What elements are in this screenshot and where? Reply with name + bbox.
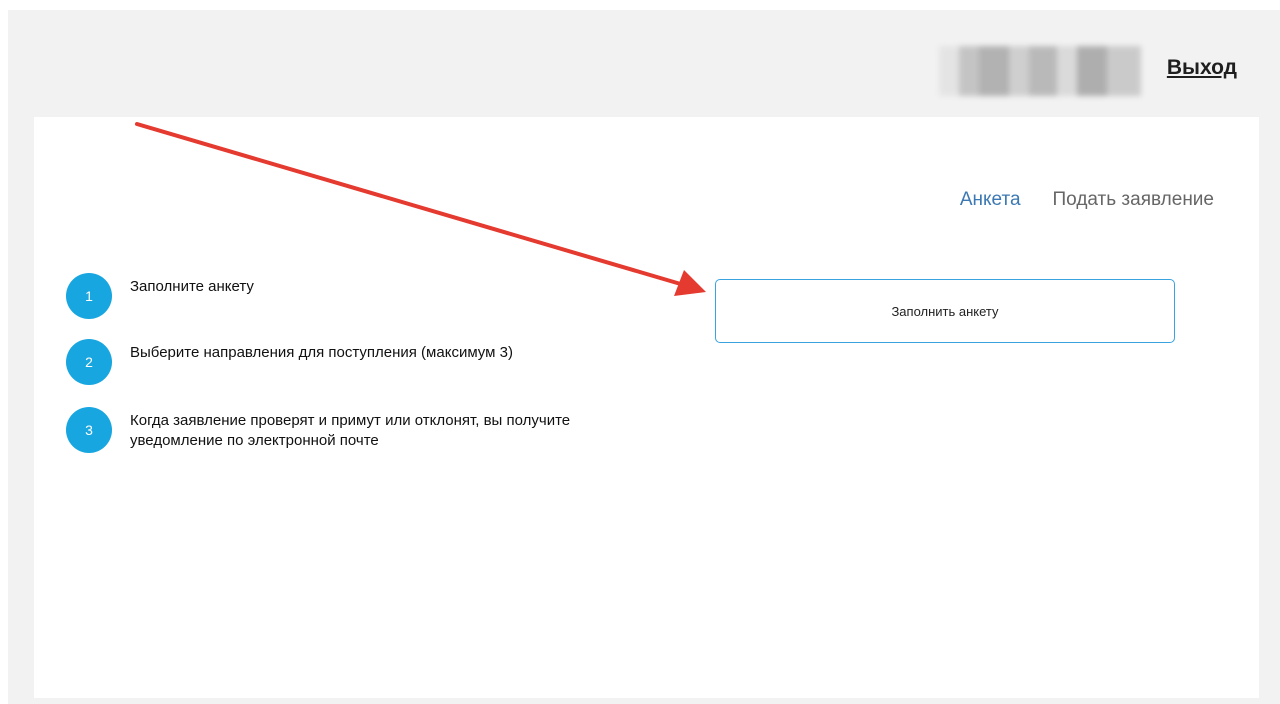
step-number-badge: 3 <box>66 407 112 453</box>
top-nav: Анкета Подать заявление <box>960 189 1214 211</box>
step-item: 1 Заполните анкету <box>66 273 686 319</box>
fill-questionnaire-button[interactable]: Заполнить анкету <box>715 279 1175 343</box>
step-number-badge: 1 <box>66 273 112 319</box>
step-text: Заполните анкету <box>130 278 254 295</box>
nav-tab-questionnaire[interactable]: Анкета <box>960 189 1021 211</box>
nav-tab-submit-application[interactable]: Подать заявление <box>1053 189 1214 211</box>
page-background: Выход Анкета Подать заявление 1 Заполнит… <box>8 10 1280 704</box>
logout-link[interactable]: Выход <box>1167 56 1237 80</box>
step-text: Выберите направления для поступления (ма… <box>130 344 513 361</box>
step-item: 2 Выберите направления для поступления (… <box>66 339 686 385</box>
main-panel: Анкета Подать заявление 1 Заполните анке… <box>34 117 1259 698</box>
user-name-redacted <box>939 46 1141 96</box>
step-item: 3 Когда заявление проверят и примут или … <box>66 407 686 453</box>
step-number-badge: 2 <box>66 339 112 385</box>
step-text: Когда заявление проверят и примут или от… <box>130 412 571 449</box>
header: Выход <box>8 10 1280 117</box>
